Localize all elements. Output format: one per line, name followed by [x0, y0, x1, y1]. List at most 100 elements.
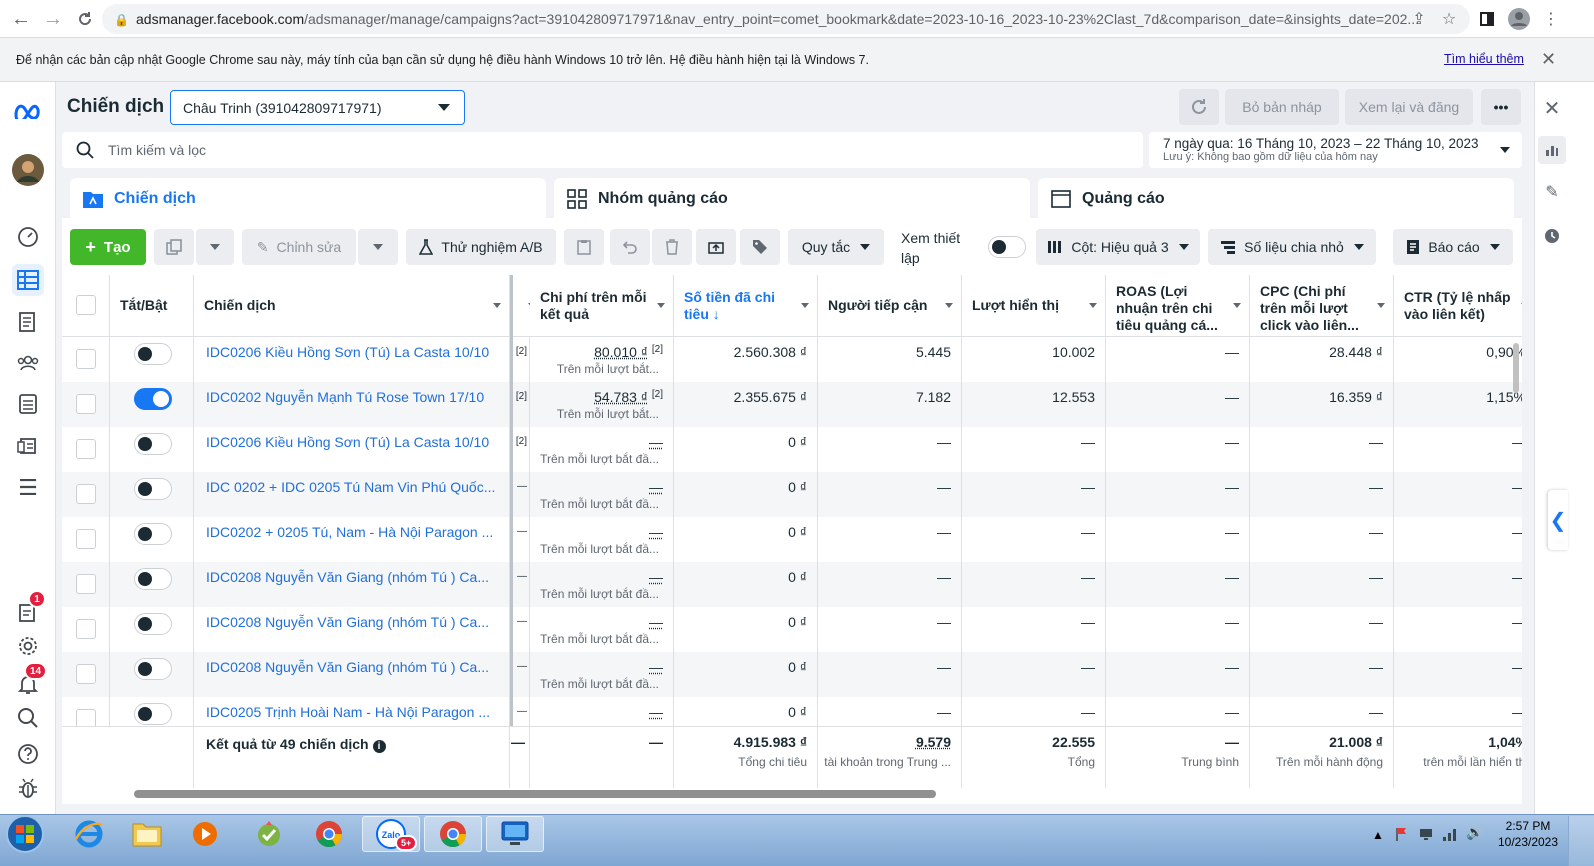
- collapse-panel-chevron-icon[interactable]: ❮: [1548, 490, 1568, 550]
- file-explorer-icon[interactable]: [118, 816, 176, 852]
- user-avatar[interactable]: [12, 154, 44, 186]
- tray-network-icon[interactable]: [1418, 826, 1434, 842]
- pages-icon[interactable]: [12, 306, 44, 338]
- select-all-checkbox[interactable]: [76, 295, 96, 315]
- campaign-name-link[interactable]: IDC0208 Nguyễn Văn Giang (nhóm Tú ) Ca..…: [206, 659, 496, 675]
- tab-campaigns[interactable]: Chiến dịch: [70, 178, 546, 220]
- search-filter-bar[interactable]: [62, 132, 1143, 168]
- reload-icon[interactable]: [72, 6, 98, 32]
- sidepanel-icon[interactable]: [1476, 8, 1498, 30]
- share-icon[interactable]: ⇪: [1408, 8, 1430, 30]
- learn-more-link[interactable]: Tìm hiểu thêm: [1444, 52, 1524, 66]
- bug-report-icon[interactable]: [12, 772, 44, 804]
- close-icon[interactable]: ✕: [1541, 49, 1556, 70]
- view-setup-toggle[interactable]: [988, 236, 1026, 258]
- row-checkbox[interactable]: [76, 574, 96, 594]
- cost-per-result-value[interactable]: —: [649, 614, 663, 630]
- campaign-name-link[interactable]: IDC0202 Nguyễn Mạnh Tú Rose Town 17/10: [206, 389, 496, 405]
- horizontal-scroll-thumb[interactable]: [134, 790, 936, 798]
- cost-per-result-value[interactable]: —: [649, 479, 663, 495]
- more-options-button[interactable]: •••: [1481, 89, 1521, 125]
- duplicate-dropdown-button[interactable]: [196, 229, 234, 265]
- header-impressions[interactable]: Lượt hiển thị: [962, 275, 1106, 337]
- header-cost-per-result[interactable]: Chi phí trên mỗi kết quả: [530, 275, 674, 337]
- edit-dropdown-button[interactable]: [358, 229, 398, 265]
- menu-kebab-icon[interactable]: ⋮: [1540, 8, 1562, 30]
- columns-dropdown[interactable]: Cột: Hiệu quả 3: [1036, 229, 1200, 265]
- app-green-icon[interactable]: [240, 816, 298, 852]
- table-row[interactable]: IDC0206 Kiều Hồng Sơn (Tú) La Casta 10/1…: [62, 337, 1522, 382]
- header-campaign[interactable]: Chiến dịch: [194, 275, 510, 337]
- campaign-onoff-toggle[interactable]: [134, 568, 172, 590]
- review-publish-button[interactable]: Xem lại và đăng: [1345, 89, 1473, 125]
- header-amount-spent[interactable]: Số tiền đã chi tiêu ↓: [674, 275, 818, 337]
- campaign-onoff-toggle[interactable]: [134, 703, 172, 725]
- chrome-active-icon[interactable]: [424, 816, 482, 852]
- table-row[interactable]: IDC0206 Kiều Hồng Sơn (Tú) La Casta 10/1…: [62, 427, 1522, 472]
- bookmark-star-icon[interactable]: ☆: [1438, 8, 1460, 30]
- media-player-icon[interactable]: [176, 816, 234, 852]
- table-row[interactable]: IDC0202 Nguyễn Mạnh Tú Rose Town 17/10 [2…: [62, 382, 1522, 427]
- campaign-onoff-toggle[interactable]: [134, 658, 172, 680]
- totals-reach[interactable]: 9.579: [916, 734, 951, 750]
- edit-button[interactable]: ✎ Chỉnh sửa: [242, 229, 356, 265]
- row-checkbox[interactable]: [76, 529, 96, 549]
- row-checkbox[interactable]: [76, 349, 96, 369]
- table-row[interactable]: IDC 0202 + IDC 0205 Tú Nam Vin Phú Quốc.…: [62, 472, 1522, 517]
- campaign-onoff-toggle[interactable]: [134, 433, 172, 455]
- tray-volume-icon[interactable]: 🔊: [1466, 824, 1483, 841]
- cost-per-result-value[interactable]: —: [649, 434, 663, 450]
- campaign-name-link[interactable]: IDC0208 Nguyễn Văn Giang (nhóm Tú ) Ca..…: [206, 614, 496, 630]
- tab-ad-sets[interactable]: Nhóm quảng cáo: [554, 178, 1030, 220]
- forward-icon[interactable]: →: [40, 6, 66, 32]
- create-button[interactable]: + Tạo: [70, 229, 146, 265]
- vertical-scroll-thumb[interactable]: [1513, 343, 1519, 393]
- rules-dropdown[interactable]: Quy tắc: [788, 229, 884, 265]
- chrome-icon[interactable]: [300, 816, 358, 852]
- billing-icon[interactable]: [12, 388, 44, 420]
- frozen-column-divider[interactable]: [510, 275, 513, 787]
- header-cpc[interactable]: CPC (Chi phí trên mỗi lượt click vào liê…: [1250, 275, 1394, 337]
- header-onoff[interactable]: Tắt/Bật: [110, 275, 194, 337]
- campaign-name-link[interactable]: IDC0208 Nguyễn Văn Giang (nhóm Tú ) Ca..…: [206, 569, 496, 585]
- show-desktop-button[interactable]: [1568, 816, 1594, 866]
- campaign-name-link[interactable]: IDC 0202 + IDC 0205 Tú Nam Vin Phú Quốc.…: [206, 479, 496, 495]
- ie-icon[interactable]: [60, 816, 118, 852]
- campaign-onoff-toggle[interactable]: [134, 388, 172, 410]
- clipboard-button[interactable]: [564, 229, 604, 265]
- alerts-bell-icon[interactable]: 14: [12, 662, 48, 700]
- refresh-button[interactable]: [1179, 89, 1219, 125]
- export-button[interactable]: [696, 229, 736, 265]
- ab-test-button[interactable]: Thử nghiệm A/B: [406, 229, 556, 265]
- header-roas[interactable]: ROAS (Lợi nhuận trên chi tiêu quảng cá..…: [1106, 275, 1250, 337]
- tray-expand-icon[interactable]: ▲: [1372, 828, 1384, 842]
- undo-button[interactable]: [610, 229, 650, 265]
- breakdown-dropdown[interactable]: Số liệu chia nhỏ: [1208, 229, 1376, 265]
- campaigns-table-icon[interactable]: [12, 264, 44, 296]
- edit-pencil-icon[interactable]: ✎: [1538, 178, 1566, 206]
- settings-gear-icon[interactable]: [12, 630, 44, 662]
- cost-per-result-value[interactable]: —: [649, 569, 663, 585]
- delete-button[interactable]: [652, 229, 692, 265]
- close-panel-icon[interactable]: ✕: [1538, 94, 1566, 122]
- address-bar[interactable]: 🔒 adsmanager.facebook.com/adsmanager/man…: [102, 4, 1470, 34]
- campaign-onoff-toggle[interactable]: [134, 478, 172, 500]
- taskbar-clock[interactable]: 2:57 PM 10/23/2023: [1496, 818, 1560, 850]
- duplicate-button[interactable]: [154, 229, 194, 265]
- campaign-name-link[interactable]: IDC0205 Trịnh Hoài Nam - Hà Nội Paragon …: [206, 704, 496, 720]
- table-row[interactable]: IDC0208 Nguyễn Văn Giang (nhóm Tú ) Ca..…: [62, 652, 1522, 697]
- cost-per-result-value[interactable]: 54.783 ₫: [594, 389, 648, 405]
- cost-per-result-value[interactable]: 80.010 ₫: [594, 344, 648, 360]
- table-row[interactable]: IDC0202 + 0205 Tú, Nam - Hà Nội Paragon …: [62, 517, 1522, 562]
- tab-ads[interactable]: Quảng cáo: [1038, 178, 1514, 220]
- campaign-onoff-toggle[interactable]: [134, 523, 172, 545]
- cost-per-result-value[interactable]: —: [649, 524, 663, 540]
- account-select[interactable]: Châu Trinh (391042809717971): [170, 90, 465, 125]
- audiences-icon[interactable]: [12, 347, 44, 379]
- remote-desktop-icon[interactable]: [486, 816, 544, 852]
- info-icon[interactable]: i: [372, 740, 386, 753]
- profile-avatar-icon[interactable]: [1508, 8, 1530, 30]
- header-reach[interactable]: Người tiếp cận: [818, 275, 962, 337]
- table-row[interactable]: IDC0208 Nguyễn Văn Giang (nhóm Tú ) Ca..…: [62, 607, 1522, 652]
- history-clock-icon[interactable]: [1538, 222, 1566, 250]
